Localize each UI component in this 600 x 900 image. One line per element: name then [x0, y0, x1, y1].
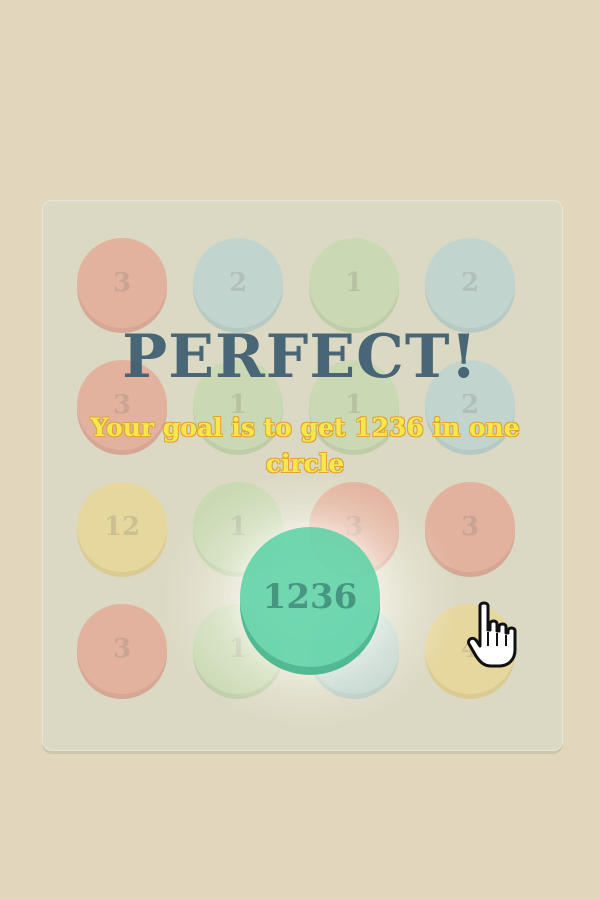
- perfect-headline: PERFECT!: [122, 322, 478, 392]
- circle-cell[interactable]: 2: [193, 238, 283, 328]
- circle-cell[interactable]: 3: [425, 482, 515, 572]
- hand-pointer-icon: [467, 601, 517, 668]
- circle-cell[interactable]: 3: [77, 604, 167, 694]
- circle-cell[interactable]: 1: [309, 238, 399, 328]
- game-screen: 32123112121333124 1236 PERFECT! Your goa…: [0, 0, 600, 900]
- circle-cell[interactable]: 12: [77, 482, 167, 572]
- circle-cell[interactable]: 3: [77, 238, 167, 328]
- merged-circle[interactable]: 1236: [240, 527, 380, 667]
- circle-cell[interactable]: 2: [425, 238, 515, 328]
- goal-message: Your goal is to get 1236 in one circle: [90, 413, 520, 478]
